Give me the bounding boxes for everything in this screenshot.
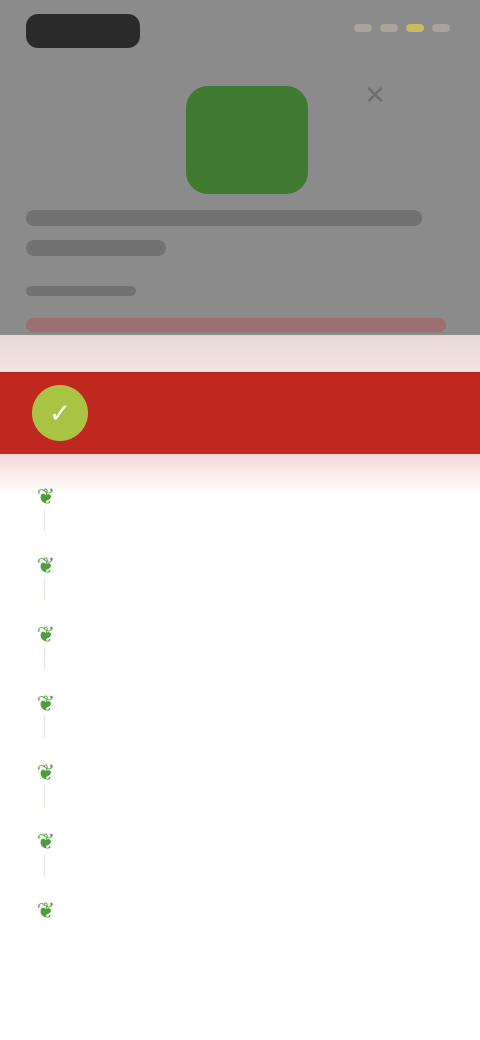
leaf-icon: ❦ — [36, 690, 56, 716]
battery-icon — [406, 24, 424, 32]
background-title-line — [26, 210, 422, 226]
menu-item[interactable]: ❦ — [0, 462, 480, 531]
background-screen: ✕ — [0, 0, 480, 345]
background-text-line — [26, 286, 136, 296]
menu-item[interactable]: ❦ — [0, 531, 480, 600]
leaf-icon: ❦ — [36, 828, 56, 854]
leaf-icon: ❦ — [36, 552, 56, 578]
menu-item[interactable]: ❦ — [0, 807, 480, 876]
divider — [44, 578, 45, 600]
menu-item[interactable]: ❦ — [0, 669, 480, 738]
divider — [44, 854, 45, 876]
leaf-icon: ❦ — [36, 483, 56, 509]
divider — [44, 647, 45, 669]
sheet-glow — [0, 335, 480, 375]
status-dot — [380, 24, 398, 32]
leaf-icon: ❦ — [36, 759, 56, 785]
check-icon: ✓ — [32, 385, 88, 441]
leaf-icon: ❦ — [36, 621, 56, 647]
active-banner[interactable]: ✓ — [0, 372, 480, 454]
divider — [44, 716, 45, 738]
divider — [44, 509, 45, 531]
status-dot — [354, 24, 372, 32]
leaf-icon: ❦ — [36, 897, 56, 923]
menu-item[interactable]: ❦ — [0, 600, 480, 669]
app-icon — [186, 86, 308, 194]
status-icons — [354, 24, 450, 32]
background-highlight-line — [26, 318, 446, 332]
background-title-line — [26, 240, 166, 256]
divider — [44, 785, 45, 807]
status-dot — [432, 24, 450, 32]
menu-item[interactable]: ❦ — [0, 876, 480, 945]
close-icon[interactable]: ✕ — [360, 80, 390, 110]
menu-list: ❦ ❦ ❦ ❦ ❦ ❦ ❦ — [0, 462, 480, 945]
menu-item[interactable]: ❦ — [0, 738, 480, 807]
status-bar-pill — [26, 14, 140, 48]
